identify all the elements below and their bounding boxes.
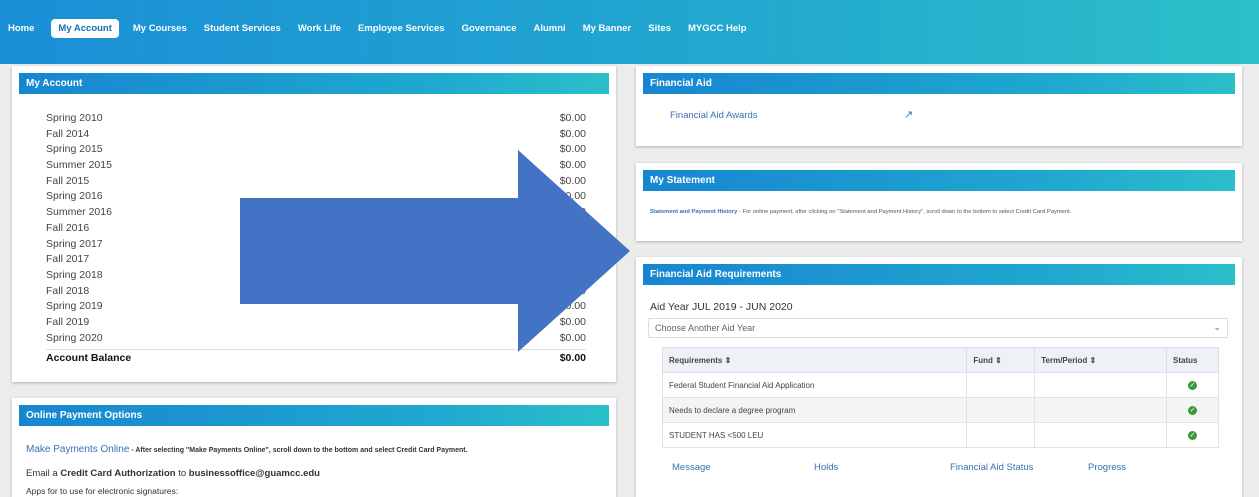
term-label: Spring 2016 [46, 190, 103, 203]
top-nav-bar: Home My Account My Courses Student Services… [0, 0, 1259, 64]
chevron-down-icon: ⌄ [1213, 322, 1221, 332]
link-holds[interactable]: Holds [814, 462, 838, 473]
link-financial-aid-status[interactable]: Financial Aid Status [950, 462, 1033, 473]
term-label: Spring 2019 [46, 300, 103, 313]
cell-status: ✓ [1166, 422, 1219, 448]
email-mid: to [175, 468, 189, 479]
term-row: Spring 2010 $0.00 [46, 111, 586, 127]
external-link-icon[interactable]: ↗ [904, 108, 913, 121]
online-payment-header: Online Payment Options [19, 405, 609, 426]
make-payments-line: Make Payments Online - After selecting "… [26, 444, 468, 455]
cell-status: ✓ [1166, 397, 1219, 423]
term-label: Fall 2016 [46, 221, 90, 234]
nav-item-home[interactable]: Home [8, 23, 34, 34]
term-label: Summer 2015 [46, 159, 112, 172]
account-balance-label: Account Balance [46, 352, 132, 365]
cell-status: ✓ [1166, 372, 1219, 398]
credit-card-authorization-text: Credit Card Authorization [60, 468, 176, 479]
cell-term [1034, 397, 1168, 423]
cell-fund [966, 422, 1036, 448]
my-statement-panel: My Statement Statement and Payment Histo… [636, 163, 1242, 241]
column-header[interactable]: Term/Period ⇕ [1034, 347, 1168, 373]
term-label: Spring 2010 [46, 112, 103, 124]
nav-item-my-banner[interactable]: My Banner [583, 23, 632, 34]
term-label: Fall 2019 [46, 315, 90, 328]
column-header[interactable]: Requirements ⇕ [661, 347, 968, 373]
nav-list: Home My Account My Courses Student Services… [0, 0, 1259, 56]
requirements-table: Requirements ⇕ Fund ⇕ Term/Period ⇕ Status … [661, 347, 1219, 448]
term-label: Spring 2015 [46, 143, 103, 156]
my-account-header: My Account [19, 73, 609, 94]
link-message[interactable]: Message [672, 462, 711, 473]
cell-req: Federal Student Financial Aid Applicatio… [661, 372, 968, 398]
nav-item-student-services[interactable]: Student Services [204, 23, 281, 34]
check-circle-icon: ✓ [1188, 406, 1197, 415]
term-label: Fall 2015 [46, 174, 90, 187]
nav-item-my-account[interactable]: My Account [51, 18, 119, 38]
requirements-body: Federal Student Financial Aid Applicatio… [661, 372, 1219, 448]
check-circle-icon: ✓ [1188, 381, 1197, 390]
requirements-header: Financial Aid Requirements [643, 264, 1235, 285]
make-payments-note: - After selecting "Make Payments Online"… [129, 447, 468, 454]
aid-year-select-placeholder: Choose Another Aid Year [655, 323, 756, 333]
check-circle-icon: ✓ [1188, 431, 1197, 440]
apps-text: Apps for to use for electronic signature… [26, 486, 179, 496]
aid-year-select[interactable]: Choose Another Aid Year ⌄ [648, 318, 1228, 338]
term-label: Summer 2016 [46, 206, 112, 219]
requirements-header-row: Requirements ⇕ Fund ⇕ Term/Period ⇕ Status [661, 347, 1219, 373]
table-row: Federal Student Financial Aid Applicatio… [661, 372, 1219, 398]
statement-note: - For online payment, after clicking on … [737, 209, 1072, 215]
column-header[interactable]: Status [1166, 347, 1219, 373]
nav-item-alumni[interactable]: Alumni [533, 23, 565, 34]
cell-req: STUDENT HAS <500 LEU [661, 422, 968, 448]
account-balance-row: Account Balance $0.00 [46, 349, 586, 367]
nav-item-mygcc-help[interactable]: MYGCC Help [688, 23, 747, 34]
term-label: Fall 2017 [46, 253, 90, 266]
financial-aid-requirements-panel: Financial Aid Requirements Aid Year JUL … [636, 257, 1242, 497]
table-row: STUDENT HAS <500 LEU ✓ [661, 422, 1219, 448]
term-label: Spring 2020 [46, 331, 103, 344]
my-statement-header: My Statement [643, 170, 1235, 191]
make-payments-link[interactable]: Make Payments Online [26, 444, 129, 455]
nav-item-work-life[interactable]: Work Life [298, 23, 341, 34]
nav-item-employee-services[interactable]: Employee Services [358, 23, 445, 34]
term-amount: $0.00 [559, 112, 586, 124]
term-label: Spring 2018 [46, 268, 103, 281]
nav-item-governance[interactable]: Governance [462, 23, 517, 34]
nav-item-sites[interactable]: Sites [648, 23, 671, 34]
column-header[interactable]: Fund ⇕ [966, 347, 1036, 373]
statement-line: Statement and Payment History - For onli… [650, 209, 1071, 215]
link-progress[interactable]: Progress [1088, 462, 1126, 473]
cell-term [1034, 372, 1168, 398]
online-payment-panel: Online Payment Options Make Payments Onl… [12, 398, 616, 497]
term-label: Fall 2018 [46, 284, 90, 297]
account-balance-value: $0.00 [559, 352, 586, 365]
table-row: Needs to declare a degree program ✓ [661, 397, 1219, 423]
email-prefix: Email a [26, 468, 61, 479]
email-authorization-line: Email a Credit Card Authorization to bus… [26, 468, 320, 479]
statement-payment-history-link[interactable]: Statement and Payment History [650, 209, 737, 215]
term-amount: $0.00 [559, 127, 586, 140]
cell-term [1034, 422, 1168, 448]
cell-fund [966, 372, 1036, 398]
arrow-shape [240, 150, 630, 352]
nav-item-my-courses[interactable]: My Courses [133, 23, 187, 34]
term-label: Fall 2014 [46, 127, 90, 140]
financial-aid-header: Financial Aid [643, 73, 1235, 94]
aid-year-title: Aid Year JUL 2019 - JUN 2020 [650, 301, 793, 313]
financial-aid-awards-link[interactable]: Financial Aid Awards [670, 110, 758, 121]
cell-req: Needs to declare a degree program [661, 397, 968, 423]
cell-fund [966, 397, 1036, 423]
arrow-right-icon [240, 150, 630, 352]
business-office-email[interactable]: businessoffice@guamcc.edu [189, 468, 320, 479]
financial-aid-panel: Financial Aid Financial Aid Awards ↗ [636, 66, 1242, 146]
term-label: Spring 2017 [46, 237, 103, 250]
term-row: Fall 2014 $0.00 [46, 127, 586, 143]
